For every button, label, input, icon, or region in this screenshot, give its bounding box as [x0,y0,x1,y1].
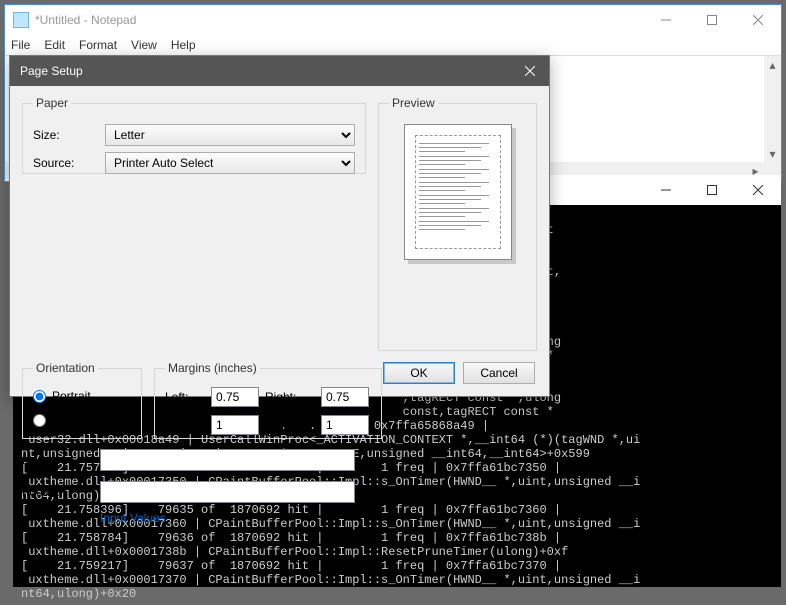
menu-edit[interactable]: Edit [44,38,65,52]
portrait-label: Portrait [52,389,91,403]
menu-format[interactable]: Format [79,38,117,52]
paper-group: Paper Size: Letter Source: Printer Auto … [22,96,366,174]
margin-top-label: Top: [165,418,207,432]
footer-label: Footer: [22,485,100,499]
notepad-icon [13,12,29,28]
source-select[interactable]: Printer Auto Select [105,152,355,174]
scroll-up-icon[interactable]: ▴ [764,56,781,73]
preview-page [404,124,512,260]
ok-button[interactable]: OK [383,362,455,384]
header-input[interactable] [100,449,355,471]
dialog-title: Page Setup [20,64,511,78]
notepad-menubar: File Edit Format View Help [5,35,781,55]
portrait-radio[interactable] [33,390,46,403]
cmd-maximize-button[interactable] [689,175,735,205]
margins-legend: Margins (inches) [165,361,260,375]
cmd-close-button[interactable] [735,175,781,205]
preview-content-icon [419,139,497,245]
cmd-minimize-button[interactable] [643,175,689,205]
margin-bottom-label: Bottom: [265,418,317,432]
margin-top-input[interactable] [211,415,259,435]
close-button[interactable] [735,5,781,35]
notepad-titlebar[interactable]: *Untitled - Notepad [5,5,781,35]
notepad-title: *Untitled - Notepad [35,13,643,27]
input-values-link[interactable]: Input Values [100,511,537,525]
landscape-radio[interactable] [33,414,46,427]
minimize-button[interactable] [643,5,689,35]
size-label: Size: [33,128,105,142]
margin-right-label: Right: [265,390,317,404]
preview-group: Preview [378,96,537,351]
size-select[interactable]: Letter [105,124,355,146]
paper-legend: Paper [33,96,71,110]
margin-right-input[interactable] [321,387,369,407]
preview-legend: Preview [389,96,438,110]
orientation-group: Orientation Portrait Landscape [22,361,142,439]
margins-group: Margins (inches) Left: Right: Top: Botto… [154,361,382,439]
footer-input[interactable] [100,481,355,503]
close-icon [525,66,535,76]
margin-left-input[interactable] [211,387,259,407]
menu-help[interactable]: Help [171,38,196,52]
source-label: Source: [33,156,105,170]
margin-bottom-input[interactable] [321,415,369,435]
orientation-legend: Orientation [33,361,98,375]
dialog-close-button[interactable] [511,57,549,85]
vertical-scrollbar[interactable]: ▴ ▾ [764,56,781,162]
maximize-button[interactable] [689,5,735,35]
page-setup-dialog: Page Setup Paper Size: Letter Source: Pr… [9,55,550,397]
menu-view[interactable]: View [131,38,157,52]
menu-file[interactable]: File [11,38,30,52]
scroll-down-icon[interactable]: ▾ [764,145,781,162]
header-label: Header: [22,453,100,467]
dialog-titlebar[interactable]: Page Setup [10,56,549,86]
landscape-label: Landscape [52,413,111,427]
margin-left-label: Left: [165,390,207,404]
cancel-button[interactable]: Cancel [463,362,535,384]
